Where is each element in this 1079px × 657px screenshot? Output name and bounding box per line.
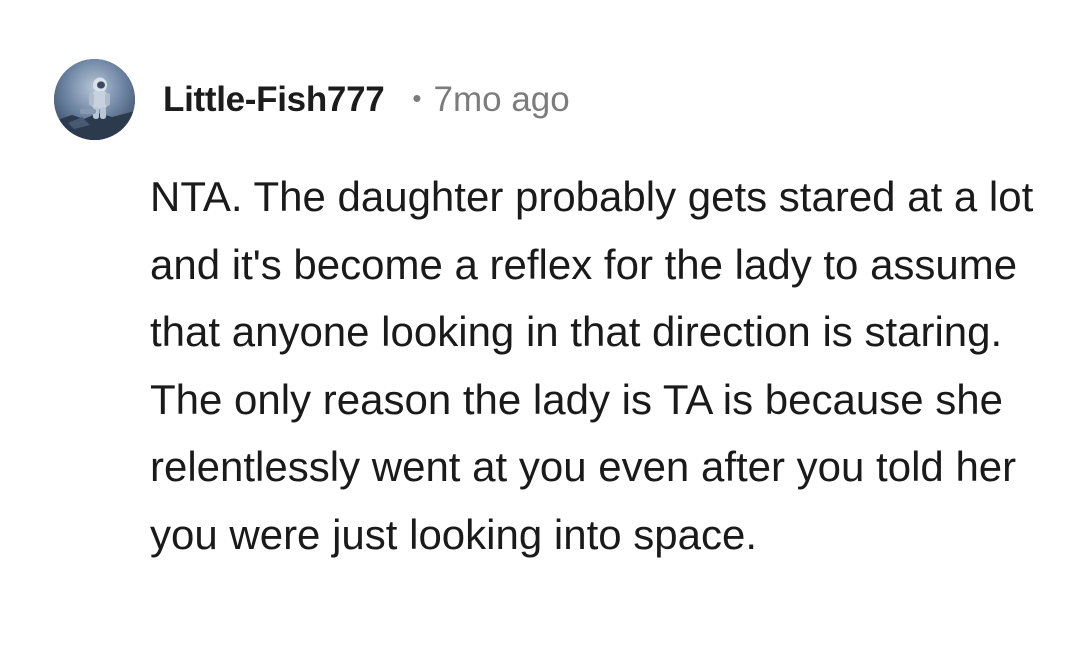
- user-avatar[interactable]: [54, 59, 135, 140]
- astronaut-avatar-icon: [54, 59, 135, 140]
- comment-meta: Little-Fish777 • 7mo ago: [163, 78, 570, 122]
- comment: Little-Fish777 • 7mo ago NTA. The daught…: [0, 0, 1079, 657]
- timestamp: 7mo ago: [433, 80, 570, 119]
- comment-body: NTA. The daughter probably gets stared a…: [150, 173, 1034, 558]
- username-link[interactable]: Little-Fish777: [163, 80, 385, 120]
- meta-separator: •: [412, 82, 422, 113]
